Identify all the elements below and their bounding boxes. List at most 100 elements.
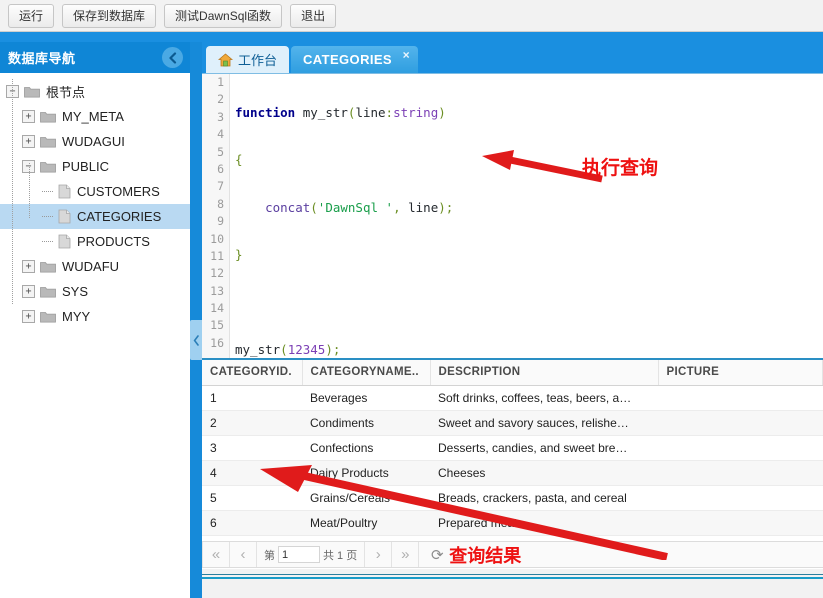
tab-bar: 工作台 CATEGORIES × [202,42,823,73]
tree-connector [42,186,53,197]
chevron-left-icon[interactable] [162,47,183,68]
tree-toggle-plus-icon[interactable]: + [22,310,35,323]
table-row[interactable]: 2 Condiments Sweet and savory sauces, re… [202,410,823,436]
table-row[interactable]: 3 Confections Desserts, candies, and swe… [202,435,823,461]
column-header-categoryname[interactable]: CATEGORYNAME.. [302,360,431,386]
column-header-categoryid[interactable]: CATEGORYID. [202,360,303,386]
table-row[interactable]: 4 Dairy Products Cheeses [202,460,823,486]
tree-node-wudagui[interactable]: + WUDAGUI [0,129,190,154]
gutter-line: 10 [210,231,224,246]
page-number-input[interactable] [278,546,320,563]
folder-icon [40,160,56,173]
sql-editor[interactable]: 1 2 3 4 5 6 7 8 9 10 11 12 13 14 15 16 f… [202,73,823,360]
editor-code[interactable]: function my_str(line:string) { concat('D… [231,74,823,358]
tree-connector [42,211,53,222]
tree-toggle-plus-icon[interactable]: + [22,260,35,273]
tree-node-label: WUDAGUI [62,134,125,149]
gutter-line: 16 [210,335,224,350]
cell-picture [658,410,823,436]
last-page-button[interactable]: » [392,542,420,567]
exit-button-label: 退出 [301,9,326,23]
splitter-collapse-handle[interactable] [190,320,202,360]
cell-description: Desserts, candies, and sweet bre… [430,435,658,461]
table-file-icon [58,234,71,249]
tree-toggle-plus-icon[interactable]: + [22,110,35,123]
run-button[interactable]: 运行 [8,3,55,28]
cell-categoryid: 2 [202,410,302,436]
gutter-line: 7 [217,179,224,194]
toolbar: 运行 保存到数据库 测试DawnSql函数 退出 [0,0,823,32]
folder-icon [24,85,40,98]
editor-gutter: 1 2 3 4 5 6 7 8 9 10 11 12 13 14 15 16 [202,74,230,358]
tree-toggle-plus-icon[interactable]: + [22,135,35,148]
results-panel: CATEGORYID. CATEGORYNAME.. DESCRIPTION P… [202,360,823,598]
tree-node-wudafu[interactable]: + WUDAFU [0,254,190,279]
tree-node-label: WUDAFU [62,259,120,274]
test-dawnsql-function-button-label: 测试DawnSql函数 [175,9,272,23]
gutter-line: 1 [217,75,224,89]
bottom-divider-blue [202,577,823,579]
close-icon[interactable]: × [403,49,410,61]
cell-categoryname: Meat/Poultry [302,510,430,536]
cell-categoryid: 5 [202,485,302,511]
tab-categories[interactable]: CATEGORIES × [291,46,419,73]
column-header-picture[interactable]: PICTURE [658,360,823,386]
cell-picture [658,460,823,486]
page-prefix-label: 第 [264,549,275,562]
cell-picture [658,435,823,461]
first-page-button[interactable]: « [202,542,230,567]
tree-node-root[interactable]: − 根节点 [0,79,190,104]
test-dawnsql-function-button[interactable]: 测试DawnSql函数 [164,3,283,28]
table-file-icon [58,184,71,199]
exit-button[interactable]: 退出 [290,3,337,28]
tree-node-myy[interactable]: + MYY [0,304,190,329]
table-row[interactable]: 1 Beverages Soft drinks, coffees, teas, … [202,385,823,411]
cell-picture [658,485,823,511]
cell-categoryid: 6 [202,510,302,536]
next-page-button[interactable]: › [365,542,393,567]
tree-node-products[interactable]: PRODUCTS [0,229,190,254]
sidebar-splitter[interactable] [190,42,202,598]
tree-node-label: PUBLIC [62,159,109,174]
main-pane: 工作台 CATEGORIES × 1 2 3 4 5 6 7 8 9 10 11… [202,42,823,598]
bottom-divider-dark [202,574,823,575]
cell-categoryname: Condiments [302,410,430,436]
tree-node-label: MY_META [62,109,124,124]
save-to-db-button[interactable]: 保存到数据库 [62,3,157,28]
table-row[interactable]: 5 Grains/Cereals Breads, crackers, pasta… [202,485,823,511]
annotation-execute-query: 执行查询 [582,157,659,179]
gutter-line: 15 [210,318,224,333]
tree-node-my-meta[interactable]: + MY_META [0,104,190,129]
prev-page-button[interactable]: ‹ [230,542,257,567]
cell-categoryname: Confections [302,435,430,461]
run-button-label: 运行 [19,9,44,23]
cell-categoryname: Beverages [302,385,430,411]
gutter-line: 13 [210,283,224,298]
page-total-label: 共 1 页 [323,549,358,562]
tree-toggle-plus-icon[interactable]: + [22,285,35,298]
database-tree: − 根节点 + MY_META + WUDAGUI − PUBLIC CUSTO… [0,73,190,329]
tree-node-label: 根节点 [46,85,86,100]
column-header-description[interactable]: DESCRIPTION [430,360,659,386]
gutter-line: 8 [217,196,224,211]
gutter-line: 14 [210,301,224,316]
tree-connector [42,236,53,247]
save-to-db-button-label: 保存到数据库 [73,9,146,23]
annotation-query-result: 查询结果 [449,545,522,567]
gutter-line: 3 [217,109,224,124]
tree-node-label: CUSTOMERS [77,184,160,199]
results-table: CATEGORYID. CATEGORYNAME.. DESCRIPTION P… [202,360,823,561]
table-row[interactable]: 6 Meat/Poultry Prepared meats [202,510,823,536]
pagination-bar: « ‹ 第 共 1 页 › » ⟳ 查询结果 [202,541,823,568]
tab-workbench[interactable]: 工作台 [206,46,290,73]
code-line-4: } [235,247,243,263]
code-line-6: my_str(12345); [235,341,341,357]
gutter-line: 5 [217,144,224,159]
cell-categoryname: Grains/Cereals [302,485,430,511]
cell-description: Soft drinks, coffees, teas, beers, a… [430,385,658,411]
tree-node-label: MYY [62,309,91,324]
tree-node-sys[interactable]: + SYS [0,279,190,304]
refresh-icon[interactable]: ⟳ [425,542,449,567]
cell-categoryid: 3 [202,435,302,461]
